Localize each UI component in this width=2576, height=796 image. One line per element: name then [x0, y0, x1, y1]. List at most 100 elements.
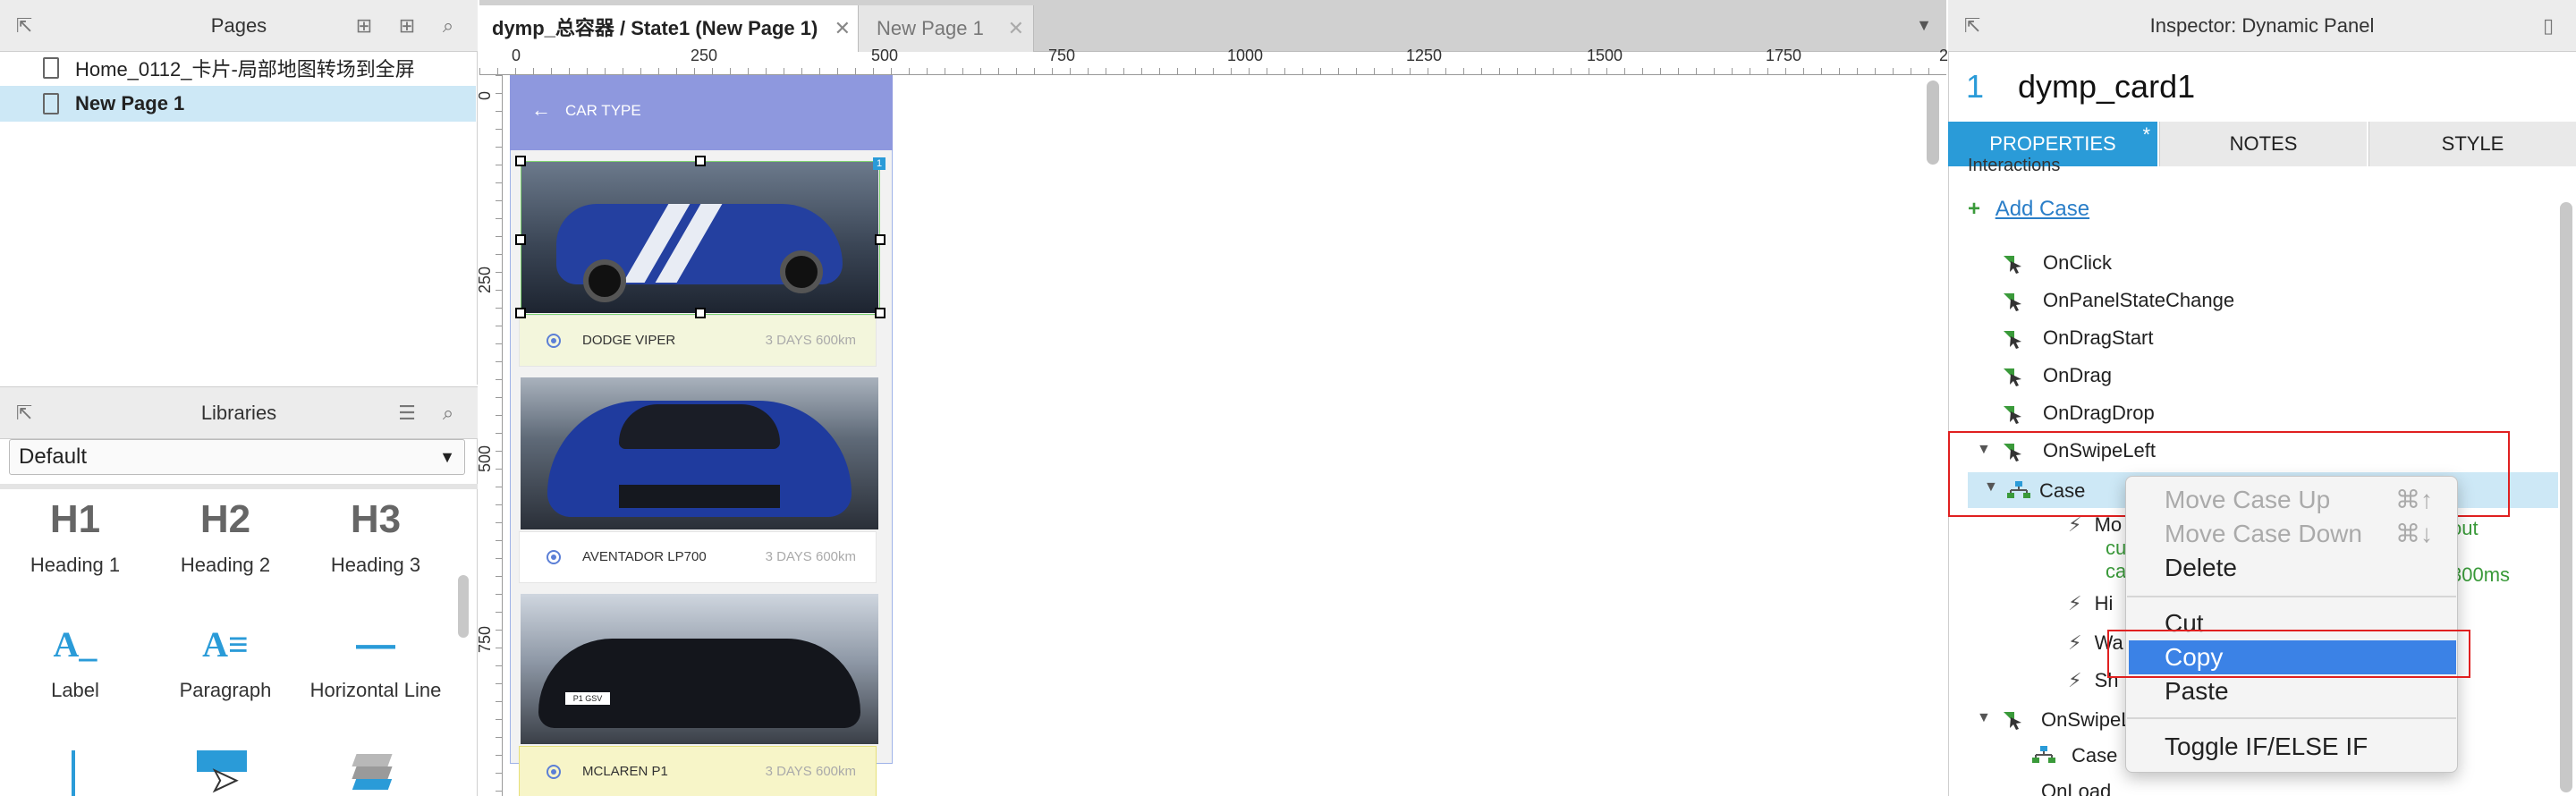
expand-triangle-icon[interactable]: ▼	[1977, 710, 1991, 726]
car-row-mclaren[interactable]: MCLAREN P1 3 DAYS 600km	[519, 746, 877, 796]
page-item-new-page-1[interactable]: New Page 1	[0, 86, 476, 122]
search-icon[interactable]: ⌕	[436, 402, 460, 425]
page-item-label: New Page 1	[75, 92, 185, 114]
ruler-tick-label: 250	[691, 47, 718, 64]
mockup-header[interactable]: ← CAR TYPE	[510, 75, 893, 150]
library-item-label: Label	[51, 679, 99, 701]
tab-new-page-1[interactable]: New Page 1 ✕	[859, 5, 1034, 52]
layer-shape	[352, 766, 393, 779]
selection-badge: 1	[873, 157, 886, 170]
collapse-icon[interactable]: ⇱	[1961, 14, 1984, 38]
add-folder-icon[interactable]: ⊞	[395, 14, 419, 38]
libraries-title: Libraries	[200, 401, 277, 424]
radio-selected-icon[interactable]	[547, 550, 561, 564]
lightning-icon: ⚡	[2068, 631, 2082, 654]
car-meta: 3 DAYS 600km	[765, 764, 856, 779]
selection-frame[interactable]	[521, 161, 880, 315]
library-item-heading-1[interactable]: H1 Heading 1	[0, 493, 150, 577]
inspector-scrollbar[interactable]	[2560, 202, 2572, 792]
cursor-icon: ➤	[210, 760, 239, 796]
car-row-dodge-viper[interactable]: DODGE VIPER 3 DAYS 600km	[519, 315, 877, 367]
tab-overflow-icon[interactable]: ▼	[1916, 16, 1932, 35]
canvas-scrollbar[interactable]	[1927, 80, 1939, 165]
ruler-tick-label: 2	[1939, 47, 1949, 64]
resize-handle[interactable]	[695, 156, 706, 166]
library-item-horizontal-line[interactable]: — Horizontal Line	[301, 618, 451, 702]
vertical-line-icon[interactable]	[72, 750, 75, 796]
resize-handle[interactable]	[515, 308, 526, 318]
tab-style[interactable]: STYLE	[2368, 122, 2576, 166]
event-label: OnSwipeL	[2041, 708, 2132, 731]
library-item-label: Paragraph	[179, 679, 272, 701]
action-move-detail-1: cu	[2106, 537, 2127, 559]
radio-selected-icon[interactable]	[547, 334, 561, 348]
tab-notes[interactable]: NOTES	[2159, 122, 2367, 166]
tab-dymp-state1[interactable]: dymp_总容器 / State1 (New Page 1) ✕	[479, 5, 859, 52]
event-ondrag[interactable]: OnDrag	[2004, 358, 2112, 394]
car-image-aventador[interactable]	[521, 377, 878, 529]
resize-handle[interactable]	[875, 234, 886, 245]
layer-shape	[352, 754, 393, 766]
case-icon	[2032, 746, 2055, 764]
library-item-label: Heading 2	[180, 554, 271, 576]
event-onload[interactable]: OnLoad	[2002, 776, 2163, 796]
car-image-mclaren[interactable]: P1 GSV	[521, 594, 878, 744]
library-item-heading-3[interactable]: H3 Heading 3	[301, 493, 451, 577]
add-case-label: Add Case	[1995, 197, 2090, 221]
car-body-shape	[538, 639, 860, 728]
add-page-icon[interactable]: ⊞	[352, 14, 376, 38]
section-interactions[interactable]: Interactions	[1968, 154, 2060, 172]
add-case-link[interactable]: + Add Case	[1968, 197, 2089, 222]
search-icon[interactable]: ⌕	[436, 14, 460, 38]
library-item-label[interactable]: A_ Label	[0, 618, 150, 702]
menu-item-shortcut: ⌘↓	[2395, 520, 2433, 547]
menu-item-move-case-up[interactable]: Move Case Up ⌘↑	[2125, 483, 2458, 517]
widget-name[interactable]: dymp_card1	[2018, 68, 2195, 106]
inspector-title: Inspector: Dynamic Panel	[2149, 13, 2375, 37]
library-item-paragraph[interactable]: A≡ Paragraph	[150, 618, 301, 702]
libraries-scrollbar[interactable]	[458, 575, 469, 638]
page-item-home[interactable]: Home_0112_卡片-局部地图转场到全屏	[0, 50, 476, 86]
menu-item-move-case-down[interactable]: Move Case Down ⌘↓	[2125, 517, 2458, 551]
resize-handle[interactable]	[875, 308, 886, 318]
case-label: Case	[2072, 744, 2118, 766]
menu-item-label: Move Case Down	[2165, 520, 2362, 547]
widget-index: 1	[1966, 68, 1985, 105]
resize-handle[interactable]	[515, 156, 526, 166]
car-row-aventador[interactable]: AVENTADOR LP700 3 DAYS 600km	[519, 531, 877, 583]
event-ondragdrop[interactable]: OnDragDrop	[2004, 395, 2155, 431]
back-arrow-icon[interactable]: ←	[531, 98, 551, 122]
collapse-icon[interactable]: ⇱	[13, 402, 36, 425]
inspector-header: Inspector: Dynamic Panel	[1948, 0, 2576, 52]
heading-2-icon: H2	[199, 497, 251, 541]
action-hide[interactable]: ⚡ Hi	[2068, 592, 2113, 615]
case-row[interactable]: Case	[2012, 739, 2129, 775]
event-onswipe-next[interactable]: ▼ OnSwipeL	[1968, 701, 2132, 737]
resize-handle[interactable]	[515, 234, 526, 245]
collapse-icon[interactable]: ⇱	[13, 14, 36, 38]
menu-icon[interactable]: ☰	[395, 402, 419, 425]
annotation-box-copy	[2107, 630, 2470, 678]
notes-page-icon[interactable]: ▯	[2537, 14, 2560, 38]
event-ondragstart[interactable]: OnDragStart	[2004, 320, 2154, 356]
car-name: MCLAREN P1	[582, 764, 668, 779]
modified-marker: *	[2142, 123, 2150, 146]
car-name: AVENTADOR LP700	[582, 549, 707, 564]
menu-item-toggle-if-else[interactable]: Toggle IF/ELSE IF	[2125, 730, 2458, 764]
dynamic-panel-icon[interactable]	[349, 754, 397, 790]
library-item-heading-2[interactable]: H2 Heading 2	[150, 493, 301, 577]
ruler-tick-label: 250	[476, 266, 494, 293]
event-onclick[interactable]: OnClick	[2004, 245, 2112, 281]
close-icon[interactable]: ✕	[835, 5, 851, 52]
radio-selected-icon[interactable]	[547, 765, 561, 779]
menu-item-paste[interactable]: Paste	[2125, 674, 2458, 708]
layer-shape	[352, 779, 393, 790]
resize-handle[interactable]	[695, 308, 706, 318]
menu-item-delete[interactable]: Delete	[2125, 551, 2458, 585]
library-dropdown[interactable]: Default ▼	[9, 439, 465, 475]
close-icon[interactable]: ✕	[1008, 5, 1024, 52]
section-label: Interactions	[1968, 156, 2061, 172]
event-onpanelstatechange[interactable]: OnPanelStateChange	[2004, 283, 2234, 318]
event-label: OnPanelStateChange	[2043, 289, 2235, 311]
event-label: OnDrag	[2043, 364, 2113, 386]
